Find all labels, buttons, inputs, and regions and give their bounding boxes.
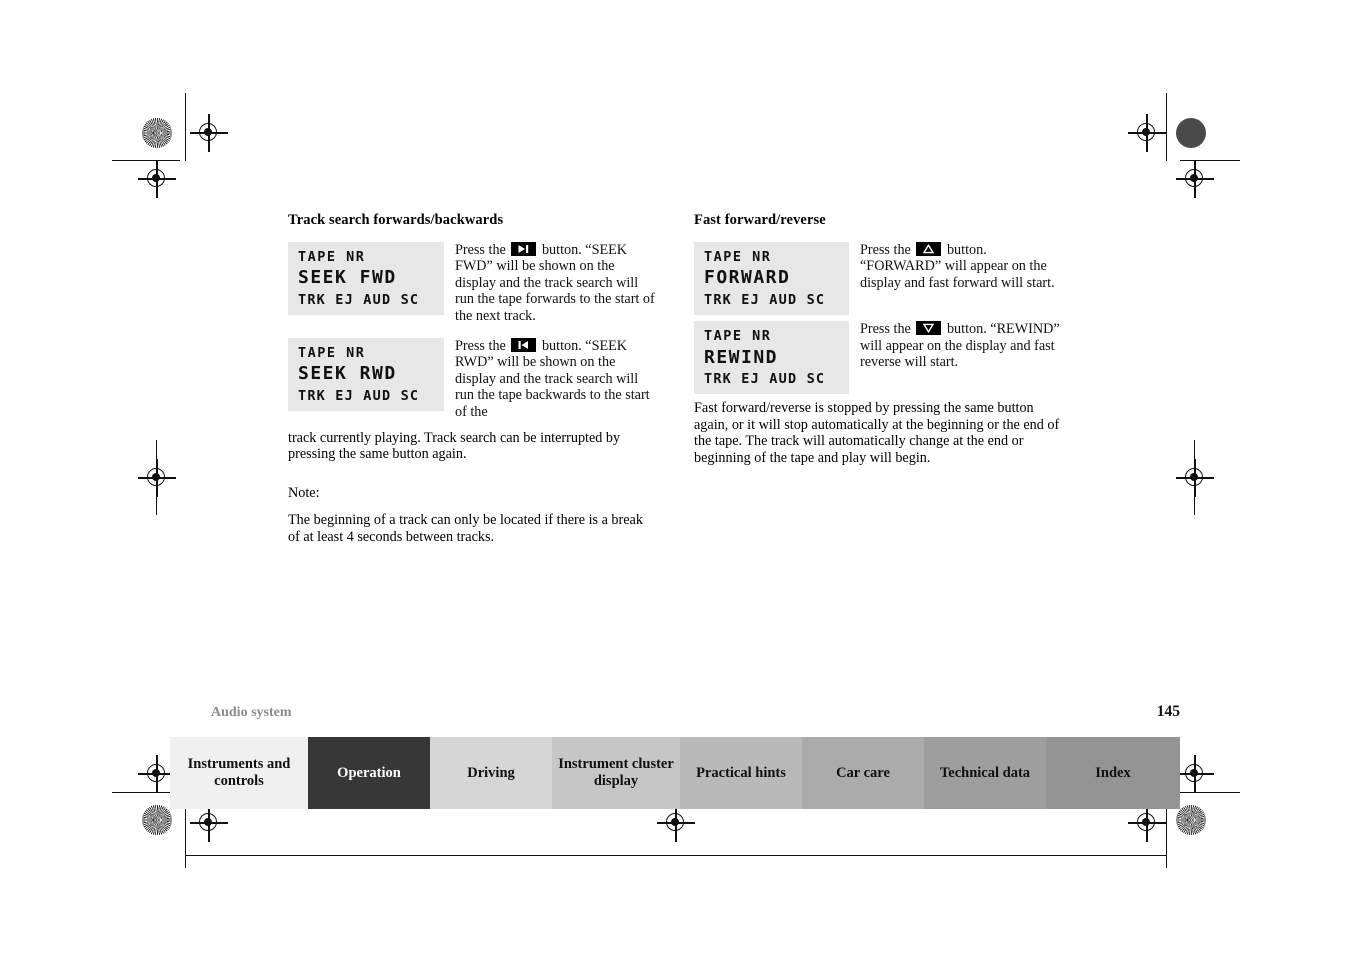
skip-forward-icon: [511, 242, 537, 256]
triangle-down-icon: [916, 321, 942, 336]
instruction-text-lead: Press the: [860, 321, 915, 338]
lcd-display-rewind: TAPE NR REWIND TRK EJ AUD SC: [694, 321, 849, 395]
tab-operation[interactable]: Operation: [308, 737, 430, 809]
lcd-line-3: TRK EJ AUD SC: [704, 370, 826, 387]
right-tail-paragraph: Fast forward/reverse is stopped by press…: [694, 400, 1060, 466]
tab-index[interactable]: Index: [1046, 737, 1180, 809]
tab-label: Instrument cluster display: [558, 756, 674, 789]
lcd-line-3: TRK EJ AUD SC: [298, 387, 420, 404]
instruction-block: TAPE NR SEEK FWD TRK EJ AUD SC Press the…: [288, 242, 656, 324]
instruction-text: Press the button. “SEEK RWD” will be sho…: [444, 338, 656, 420]
instruction-text-lead: Press the: [455, 242, 510, 258]
left-column: Track search forwards/backwards TAPE NR …: [288, 212, 656, 545]
tab-label: Operation: [337, 764, 401, 781]
tab-label: Driving: [467, 764, 515, 781]
lcd-line-1: TAPE NR: [704, 249, 772, 265]
page-footer: Audio system 145: [211, 703, 1180, 721]
tab-label: Practical hints: [696, 764, 786, 781]
note-body: The beginning of a track can only be loc…: [288, 512, 643, 545]
lcd-line-3: TRK EJ AUD SC: [298, 291, 420, 308]
tab-car-care[interactable]: Car care: [802, 737, 924, 809]
instruction-text-lead: Press the: [860, 242, 915, 258]
tab-label: Technical data: [939, 764, 1031, 781]
instruction-block: TAPE NR REWIND TRK EJ AUD SC Press the b…: [694, 321, 1062, 395]
instruction-block: TAPE NR FORWARD TRK EJ AUD SC Press the …: [694, 242, 1062, 316]
left-tail-paragraph: track currently playing. Track search ca…: [288, 430, 621, 463]
lcd-display-seek-fwd: TAPE NR SEEK FWD TRK EJ AUD SC: [288, 242, 444, 316]
lcd-line-2: FORWARD: [704, 267, 791, 289]
instruction-text-lead: Press the: [455, 338, 510, 355]
tab-practical-hints[interactable]: Practical hints: [680, 737, 802, 809]
tab-label: Car care: [836, 764, 890, 781]
instruction-text: Press the button. “FORWARD” will appear …: [849, 242, 1062, 291]
lcd-display-seek-rwd: TAPE NR SEEK RWD TRK EJ AUD SC: [288, 338, 444, 412]
instruction-text: Press the button. “SEEK FWD” will be sho…: [444, 242, 656, 324]
tab-driving[interactable]: Driving: [430, 737, 552, 809]
lcd-line-2: SEEK RWD: [298, 363, 397, 385]
lcd-line-2: SEEK FWD: [298, 267, 397, 289]
right-column: Fast forward/reverse TAPE NR FORWARD TRK…: [694, 212, 1062, 466]
manual-page: Track search forwards/backwards TAPE NR …: [0, 0, 1351, 954]
tab-label: Instruments and controls: [187, 756, 291, 789]
section-title-fast-forward: Fast forward/reverse: [694, 212, 826, 228]
note-label: Note:: [288, 484, 320, 501]
tab-instrument-cluster-display[interactable]: Instrument cluster display: [552, 737, 680, 809]
lcd-line-3: TRK EJ AUD SC: [704, 291, 826, 308]
lcd-line-1: TAPE NR: [298, 345, 366, 362]
tab-technical-data[interactable]: Technical data: [924, 737, 1046, 809]
skip-backward-icon: [511, 338, 537, 353]
lcd-line-1: TAPE NR: [298, 249, 366, 265]
page-title: Track search forwards/backwards: [288, 212, 504, 228]
lcd-display-forward: TAPE NR FORWARD TRK EJ AUD SC: [694, 242, 849, 316]
page-number: 145: [1156, 703, 1180, 720]
instruction-text: Press the button. “REWIND” will appear o…: [849, 321, 1062, 370]
footer-chapter-label: Audio system: [211, 705, 292, 720]
chapter-tab-bar: Instruments and controls Operation Driving…: [170, 737, 1180, 809]
tab-instruments-and-controls[interactable]: Instruments and controls: [170, 737, 308, 809]
triangle-up-icon: [916, 242, 942, 256]
lcd-line-2: REWIND: [704, 346, 779, 368]
tab-label: Index: [1095, 764, 1131, 781]
lcd-line-1: TAPE NR: [704, 328, 772, 345]
instruction-block: TAPE NR SEEK RWD TRK EJ AUD SC Press the…: [288, 338, 656, 420]
